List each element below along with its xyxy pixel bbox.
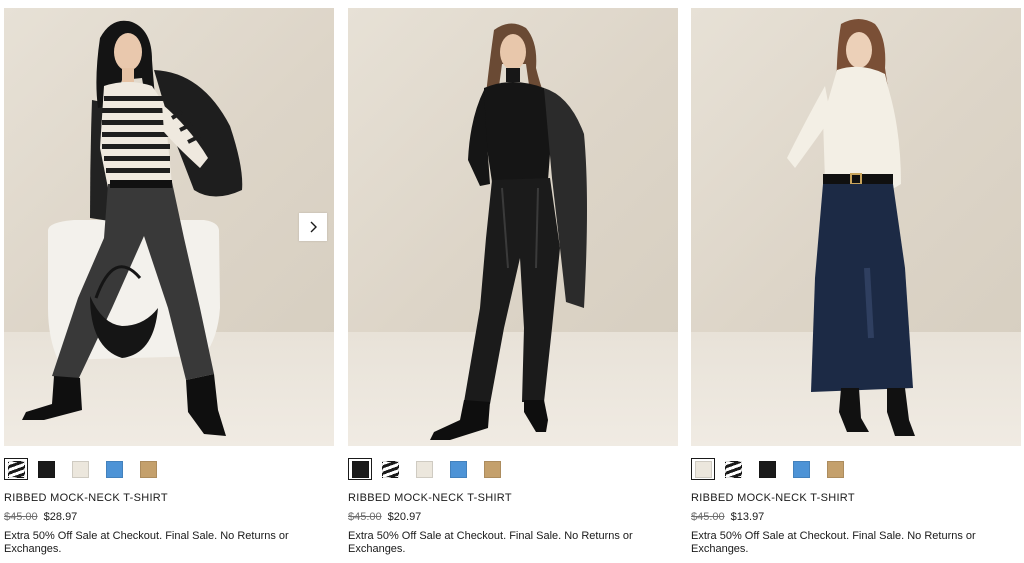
swatch-option[interactable] <box>725 458 751 480</box>
product-card[interactable]: RIBBED MOCK-NECK T-SHIRT $45.00 $28.97 Ex… <box>4 0 334 563</box>
product-title[interactable]: RIBBED MOCK-NECK T-SHIRT <box>348 492 512 504</box>
product-title[interactable]: RIBBED MOCK-NECK T-SHIRT <box>691 492 855 504</box>
swatch-ivory[interactable] <box>694 460 712 478</box>
swatch-ivory[interactable] <box>72 460 89 478</box>
swatch-stripe[interactable] <box>7 460 25 478</box>
model-figure <box>22 20 243 436</box>
swatch-option[interactable] <box>382 458 408 480</box>
swatch-option[interactable] <box>793 458 819 480</box>
sale-price: $20.97 <box>387 511 422 523</box>
swatch-ivory[interactable] <box>416 460 433 478</box>
color-swatches <box>691 458 861 480</box>
product-image[interactable] <box>348 8 678 446</box>
product-image[interactable] <box>691 8 1021 446</box>
product-price: $45.00 $28.97 <box>4 511 77 523</box>
color-swatches <box>348 458 518 480</box>
swatch-blue[interactable] <box>106 460 123 478</box>
swatch-black[interactable] <box>759 460 776 478</box>
original-price: $45.00 <box>348 511 382 523</box>
sale-price: $13.97 <box>730 511 765 523</box>
swatch-stripe[interactable] <box>725 460 742 478</box>
swatch-option[interactable] <box>450 458 476 480</box>
swatch-option[interactable] <box>759 458 785 480</box>
swatch-blue[interactable] <box>793 460 810 478</box>
next-image-button[interactable] <box>299 213 327 241</box>
swatch-selected[interactable] <box>691 458 715 480</box>
swatch-option[interactable] <box>106 458 132 480</box>
chevron-right-icon <box>310 221 317 233</box>
product-price: $45.00 $13.97 <box>691 511 764 523</box>
swatch-option[interactable] <box>484 458 510 480</box>
color-swatches <box>4 458 174 480</box>
promo-text: Extra 50% Off Sale at Checkout. Final Sa… <box>348 530 633 555</box>
swatch-tan[interactable] <box>140 460 157 478</box>
original-price: $45.00 <box>691 511 725 523</box>
swatch-option[interactable] <box>38 458 64 480</box>
swatch-tan[interactable] <box>827 460 844 478</box>
sale-price: $28.97 <box>43 511 78 523</box>
swatch-option[interactable] <box>140 458 166 480</box>
swatch-option[interactable] <box>827 458 853 480</box>
swatch-tan[interactable] <box>484 460 501 478</box>
swatch-selected[interactable] <box>4 458 28 480</box>
product-title[interactable]: RIBBED MOCK-NECK T-SHIRT <box>4 492 168 504</box>
swatch-selected[interactable] <box>348 458 372 480</box>
product-card[interactable]: RIBBED MOCK-NECK T-SHIRT $45.00 $13.97 Ex… <box>691 0 1021 563</box>
swatch-stripe[interactable] <box>382 460 399 478</box>
swatch-option[interactable] <box>416 458 442 480</box>
model-figure <box>430 23 587 440</box>
swatch-blue[interactable] <box>450 460 467 478</box>
product-image[interactable] <box>4 8 334 446</box>
model-figure <box>787 19 915 436</box>
original-price: $45.00 <box>4 511 38 523</box>
swatch-black[interactable] <box>38 460 55 478</box>
product-card[interactable]: RIBBED MOCK-NECK T-SHIRT $45.00 $20.97 Ex… <box>348 0 678 563</box>
swatch-option[interactable] <box>72 458 98 480</box>
product-price: $45.00 $20.97 <box>348 511 421 523</box>
promo-text: Extra 50% Off Sale at Checkout. Final Sa… <box>691 530 976 555</box>
swatch-black[interactable] <box>351 460 369 478</box>
promo-text: Extra 50% Off Sale at Checkout. Final Sa… <box>4 530 289 555</box>
product-grid: RIBBED MOCK-NECK T-SHIRT $45.00 $28.97 Ex… <box>0 0 1024 563</box>
